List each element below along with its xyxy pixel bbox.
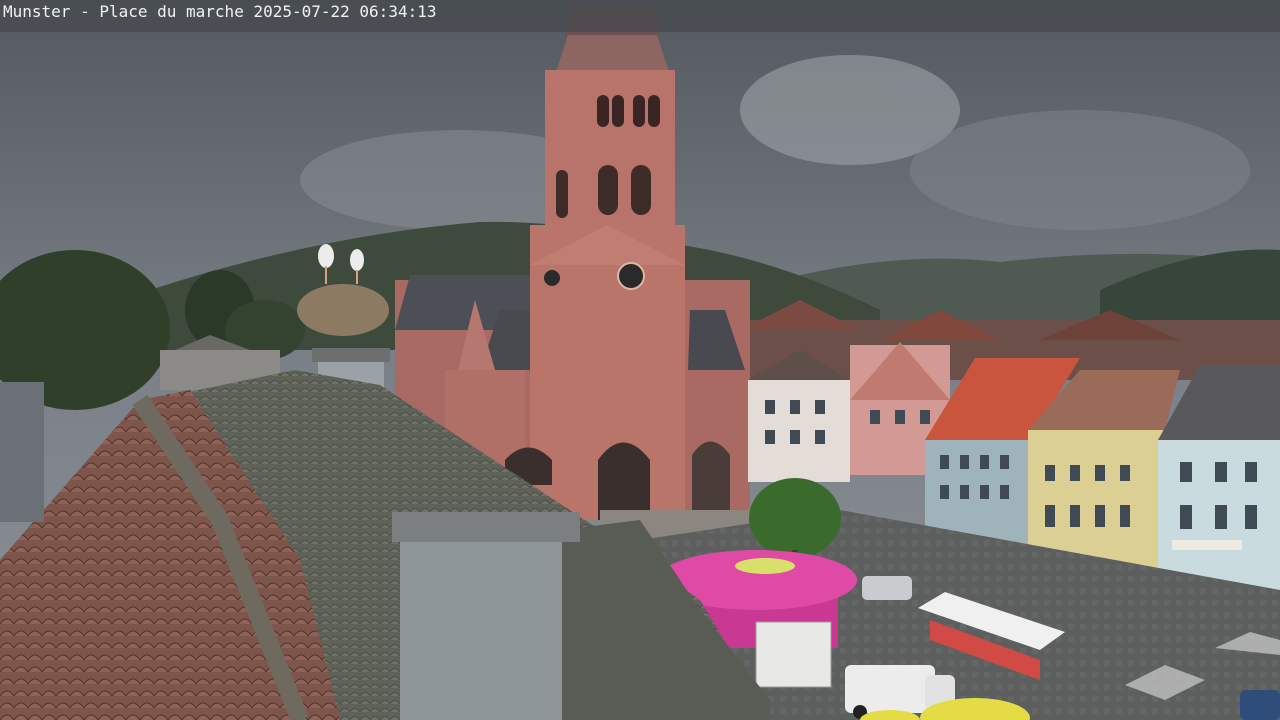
belfry-window <box>633 95 645 127</box>
car <box>862 576 912 600</box>
market-tent-top <box>735 558 795 574</box>
caption-text: Munster - Place du marche 2025-07-22 06:… <box>3 2 437 21</box>
left-edge-structure <box>0 382 44 522</box>
webcam-frame: Munster - Place du marche 2025-07-22 06:… <box>0 0 1280 720</box>
church-portal <box>598 442 650 520</box>
belfry-window <box>598 165 618 215</box>
chimney-cap <box>312 348 390 362</box>
trailer <box>755 621 832 688</box>
belfry-window <box>648 95 660 127</box>
storks-nest-icon <box>297 284 389 336</box>
chimney <box>400 535 562 720</box>
church-tower-spire <box>555 35 670 75</box>
belfry-window <box>597 95 609 127</box>
shop-sign <box>1172 540 1242 550</box>
cloud <box>910 110 1250 230</box>
belfry-window <box>631 165 651 215</box>
clock-face <box>617 262 645 290</box>
clock-face <box>544 270 560 286</box>
tree <box>749 478 841 558</box>
blue-car <box>1240 690 1280 720</box>
church-portal <box>692 441 730 510</box>
chimney-cap <box>392 512 580 542</box>
belfry-window <box>612 95 624 127</box>
belfry-window <box>556 170 568 218</box>
webcam-image <box>0 0 1280 720</box>
